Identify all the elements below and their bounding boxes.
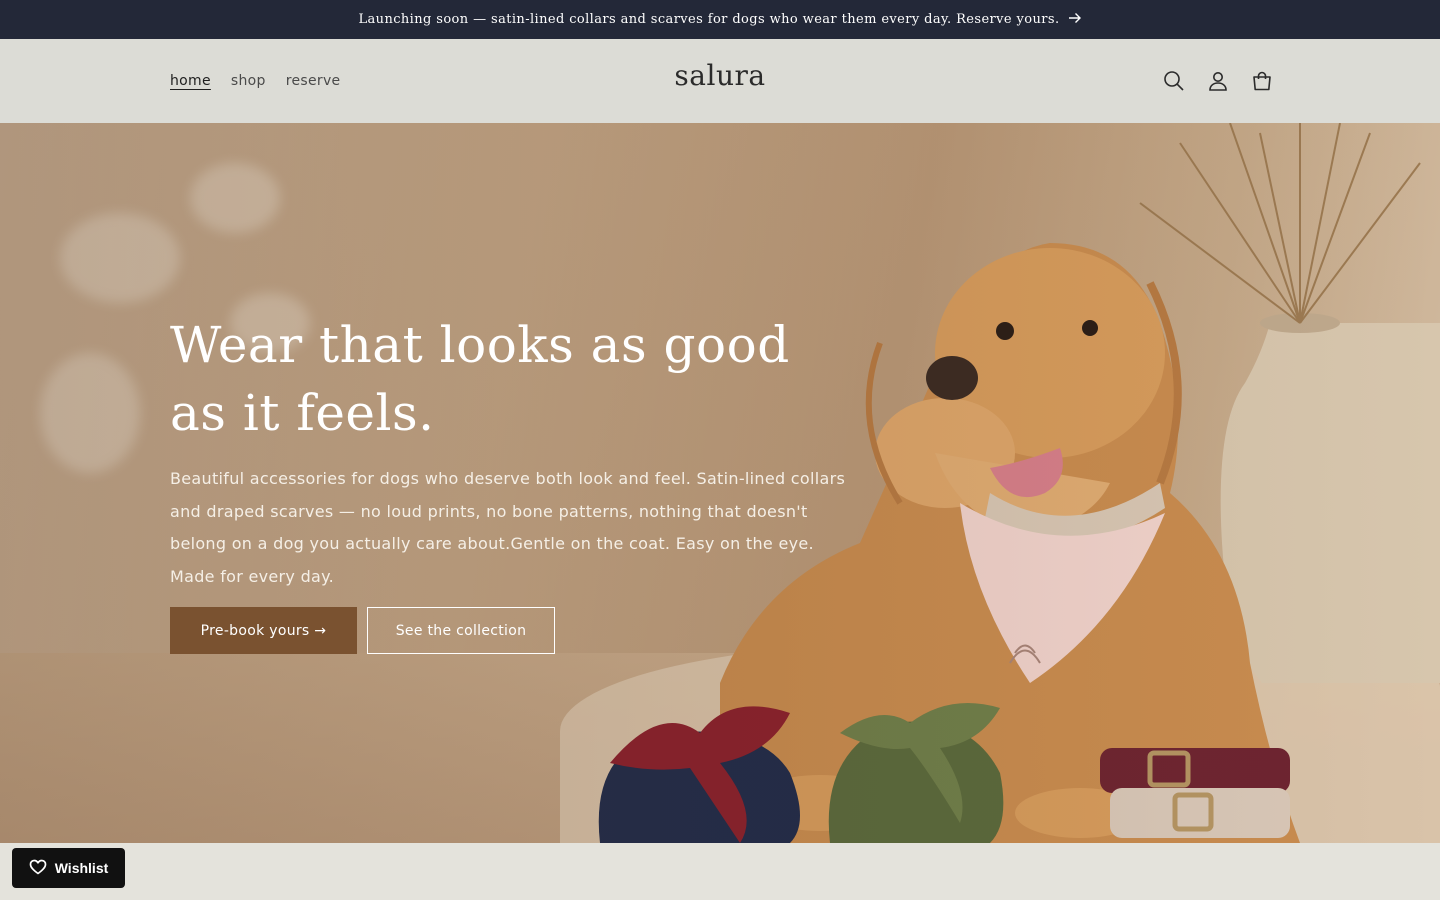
account-icon[interactable] (1206, 69, 1230, 93)
hero-title: Wear that looks as good as it feels. (170, 316, 790, 442)
search-icon[interactable] (1162, 69, 1186, 93)
pre-book-button[interactable]: Pre-book yours → (170, 607, 357, 654)
cart-icon[interactable] (1250, 69, 1274, 93)
wishlist-button[interactable]: Wishlist (12, 848, 125, 888)
hero-section: Wear that looks as good as it feels. Bea… (0, 123, 1440, 843)
see-collection-button[interactable]: See the collection (367, 607, 555, 654)
announcement-text: Launching soon — satin-lined collars and… (358, 12, 1060, 27)
hero-description: Beautiful accessories for dogs who deser… (170, 469, 846, 586)
announcement-bar[interactable]: Launching soon — satin-lined collars and… (0, 0, 1440, 39)
hero-content: Wear that looks as good as it feels. Bea… (170, 311, 860, 593)
heart-icon (29, 859, 47, 878)
site-header: home shop reserve salura (0, 39, 1440, 123)
next-section (0, 843, 1440, 900)
wishlist-label: Wishlist (54, 860, 109, 876)
hero-buttons: Pre-book yours → See the collection (170, 607, 555, 654)
arrow-right-icon (1068, 12, 1082, 27)
header-icons (1162, 39, 1274, 123)
